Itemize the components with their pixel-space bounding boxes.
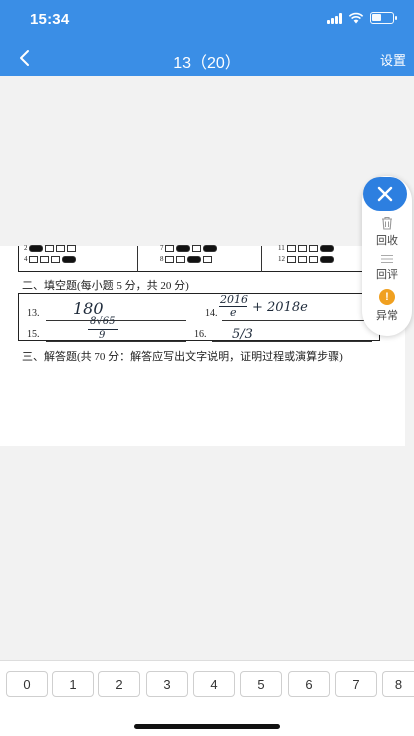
close-panel-button[interactable] (363, 177, 407, 211)
score-keypad: 0 1 2 3 4 5 6 7 8 (0, 660, 414, 704)
abnormal-label: 异常 (376, 310, 398, 322)
home-indicator-area (0, 704, 414, 736)
mc-row: 11 (278, 244, 336, 252)
answer-14-rest: + 2018e (252, 300, 308, 315)
mc-row: 2 (24, 244, 78, 252)
mc-row: 4 (24, 255, 78, 263)
score-key-2[interactable]: 2 (98, 671, 140, 697)
mc-row: 12 (278, 255, 336, 263)
menu-icon (381, 254, 393, 264)
question-13-label: 13. (27, 308, 40, 319)
mc-row: 8 (160, 255, 214, 263)
status-time: 15:34 (30, 11, 70, 28)
section-2-title: 二、填空题(每小题 5 分，共 20 分) (22, 280, 189, 292)
app-header: 15:34 13（20） 设置 (0, 0, 414, 76)
score-key-4[interactable]: 4 (193, 671, 235, 697)
score-key-6[interactable]: 6 (288, 671, 330, 697)
wifi-icon (348, 12, 364, 24)
settings-button[interactable]: 设置 (380, 50, 406, 69)
answer-15-numerator: 8√65 (90, 316, 116, 327)
answer-sheet-image: 2 4 7 8 11 12 二、填空题(每小题 5 分，共 20 分) 13. … (0, 244, 405, 446)
score-key-5[interactable]: 5 (240, 671, 282, 697)
status-icons (327, 12, 397, 24)
abnormal-button[interactable]: ! 异常 (362, 289, 412, 323)
score-key-7[interactable]: 7 (335, 671, 377, 697)
review-button[interactable]: 回评 (362, 254, 412, 282)
answer-image-viewer[interactable]: 2 4 7 8 11 12 二、填空题(每小题 5 分，共 20 分) 13. … (0, 76, 414, 660)
score-key-0[interactable]: 0 (6, 671, 48, 697)
battery-icon (370, 12, 397, 24)
mc-row: 7 (160, 244, 219, 252)
warning-icon: ! (379, 289, 395, 305)
recycle-button[interactable]: 回收 (362, 216, 412, 248)
review-label: 回评 (376, 269, 398, 281)
score-key-8[interactable]: 8 (382, 671, 414, 697)
trash-icon (382, 216, 392, 230)
home-indicator[interactable] (134, 724, 280, 729)
floating-action-panel: 回收 回评 ! 异常 (362, 176, 412, 336)
answer-15-denominator: 9 (99, 330, 106, 341)
section-3-title: 三、解答题(共 70 分：解答应写出文字说明，证明过程或演算步骤) (22, 351, 343, 363)
question-15-label: 15. (27, 329, 40, 340)
close-icon (377, 186, 393, 202)
score-key-3[interactable]: 3 (146, 671, 188, 697)
question-16-label: 16. (194, 329, 207, 340)
recycle-label: 回收 (376, 235, 398, 247)
question-14-label: 14. (205, 308, 218, 319)
answer-14-denominator: e (230, 306, 237, 319)
signal-icon (327, 12, 342, 24)
answer-16: 5/3 (232, 327, 253, 342)
page-title: 13（20） (173, 55, 241, 72)
score-key-1[interactable]: 1 (52, 671, 94, 697)
answer-14-numerator: 2016 (220, 293, 248, 306)
